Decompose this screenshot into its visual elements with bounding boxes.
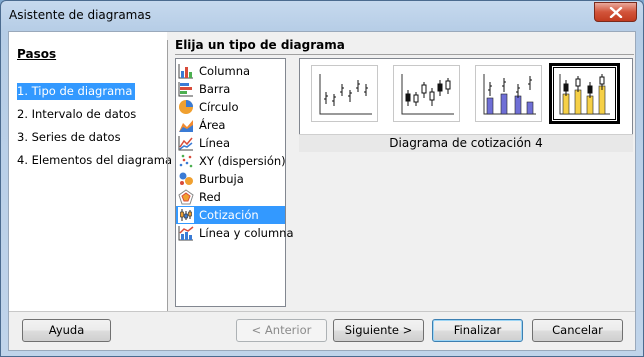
finish-button[interactable]: Finalizar [432, 319, 523, 342]
next-button[interactable]: Siguiente > [333, 319, 424, 342]
stock-variant-1[interactable] [311, 65, 378, 122]
chart-type-column-line[interactable]: Línea y columna [176, 224, 294, 242]
chart-type-bubble[interactable]: Burbuja [176, 170, 285, 188]
pie-chart-icon [179, 100, 193, 114]
stock-variant-4-icon [559, 74, 610, 115]
chart-type-stock[interactable]: Cotización [176, 206, 285, 224]
chart-type-bar[interactable]: Barra [176, 80, 285, 98]
title-bar: Asistente de diagramas [1, 1, 643, 31]
steps-divider [167, 40, 168, 311]
chart-type-pie[interactable]: Círculo [176, 98, 285, 116]
column-chart-icon [178, 64, 193, 79]
close-button[interactable] [594, 2, 637, 22]
stock-chart-icon [178, 207, 194, 223]
help-button[interactable]: Ayuda [22, 319, 111, 342]
net-chart-icon [178, 189, 194, 205]
footer-divider [9, 311, 635, 312]
chart-type-net[interactable]: Red [176, 188, 285, 206]
dialog-body: Pasos 1. Tipo de diagrama 2. Intervalo d… [8, 31, 636, 351]
chart-wizard-window: Asistente de diagramas Pasos 1. Tipo de … [0, 0, 644, 357]
stock-variant-4[interactable] [549, 63, 620, 124]
cancel-button[interactable]: Cancelar [532, 319, 623, 342]
step-chart-elements[interactable]: 4. Elementos del diagrama [17, 152, 172, 169]
bar-chart-icon [178, 82, 193, 97]
variant-caption: Diagrama de cotización 4 [299, 134, 633, 152]
chart-type-line[interactable]: Línea [176, 134, 285, 152]
chart-type-list[interactable]: Columna Barra Círculo Área Línea XY (dis… [175, 58, 294, 307]
step-data-series[interactable]: 3. Series de datos [17, 129, 121, 146]
close-icon [609, 7, 623, 18]
bubble-chart-icon [179, 172, 193, 185]
heading-divider [175, 54, 634, 55]
stock-variant-3[interactable] [475, 65, 542, 122]
stock-variant-2-icon [401, 74, 454, 115]
column-line-chart-icon [178, 226, 194, 241]
stock-variant-1-icon [319, 74, 372, 115]
scatter-chart-icon [179, 154, 193, 168]
stock-variant-2[interactable] [393, 65, 460, 122]
back-button[interactable]: < Anterior [236, 319, 327, 342]
chart-type-area[interactable]: Área [176, 116, 285, 134]
line-chart-icon [178, 136, 193, 151]
step-data-range[interactable]: 2. Intervalo de datos [17, 106, 136, 123]
chart-type-column[interactable]: Columna [176, 62, 285, 80]
chart-type-scatter[interactable]: XY (dispersión) [176, 152, 286, 170]
window-title: Asistente de diagramas [9, 8, 151, 22]
area-chart-icon [179, 120, 193, 132]
stock-variant-3-icon [483, 74, 536, 115]
steps-title: Pasos [17, 47, 57, 61]
step-chart-type[interactable]: 1. Tipo de diagrama [17, 83, 136, 100]
steps-panel: Pasos 1. Tipo de diagrama 2. Intervalo d… [9, 32, 172, 311]
page-heading: Elija un tipo de diagrama [175, 38, 345, 52]
